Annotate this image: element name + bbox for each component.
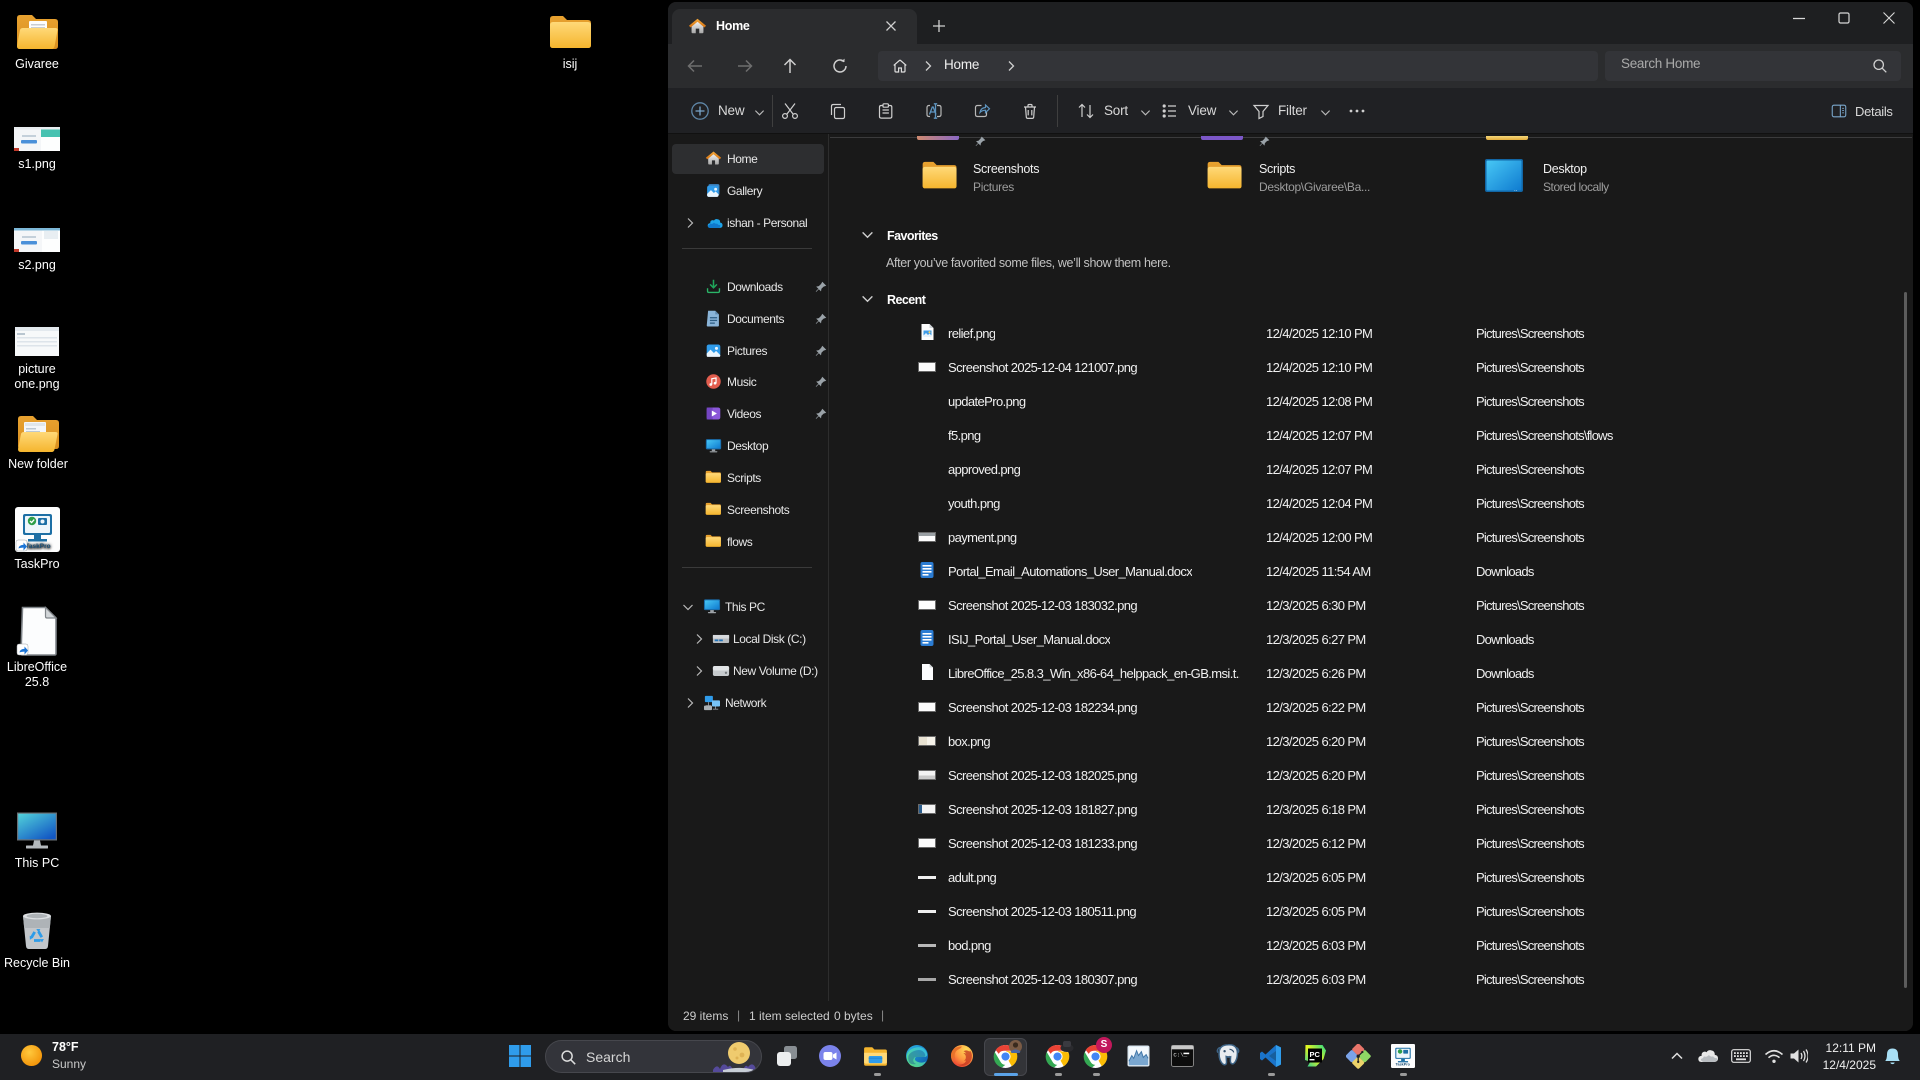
svg-text:TaskPro: TaskPro (1396, 1062, 1411, 1066)
svg-text:..: .. (1514, 187, 1518, 193)
svg-text:C:\_: C:\_ (1173, 1051, 1187, 1058)
svg-text:PC: PC (1310, 1050, 1321, 1059)
svg-text:TaskPro: TaskPro (25, 543, 50, 550)
